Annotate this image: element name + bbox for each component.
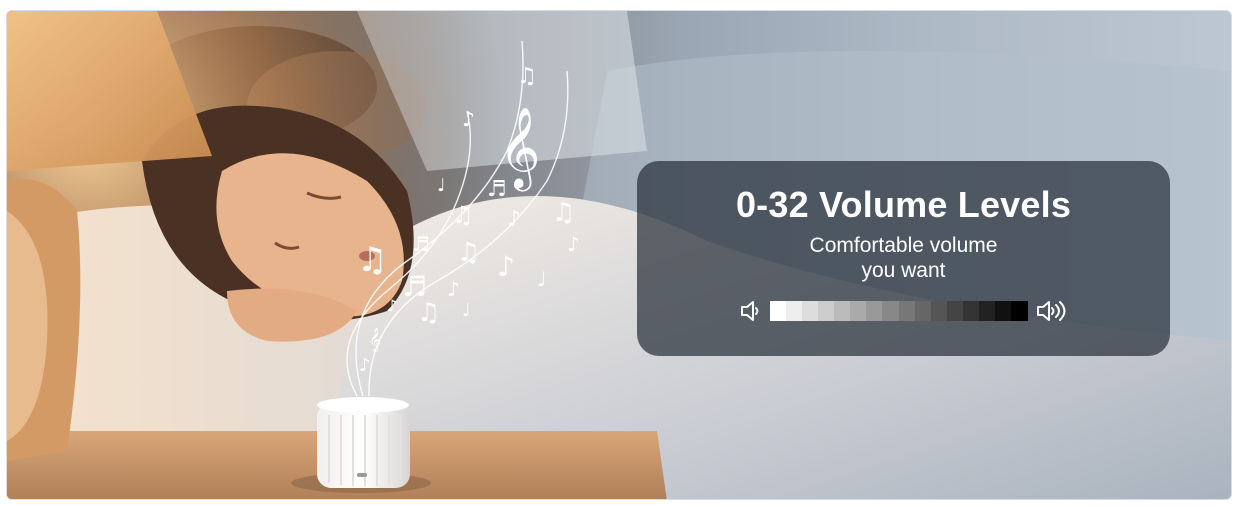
svg-text:♪: ♪	[359, 355, 371, 376]
svg-text:♪: ♪	[567, 232, 580, 256]
volume-level-segment	[866, 301, 883, 321]
svg-text:♩: ♩	[462, 300, 471, 321]
svg-text:♫: ♫	[452, 201, 474, 229]
svg-text:♫: ♫	[457, 238, 480, 268]
svg-text:♩: ♩	[537, 267, 546, 291]
svg-text:♬: ♬	[487, 177, 507, 202]
svg-text:♪: ♪	[387, 296, 397, 315]
volume-meter	[740, 299, 1068, 323]
volume-high-icon	[1036, 299, 1068, 323]
volume-levels-subtitle: Comfortable volume you want	[810, 233, 998, 283]
volume-level-segment	[785, 301, 802, 321]
volume-low-icon	[740, 299, 762, 323]
svg-text:♫: ♫	[357, 240, 387, 280]
volume-level-bar	[769, 301, 1028, 321]
svg-text:♫: ♫	[517, 64, 537, 89]
volume-levels-headline: 0-32 Volume Levels	[735, 184, 1072, 225]
volume-level-segment	[801, 301, 818, 321]
svg-text:♬: ♬	[412, 232, 430, 256]
volume-level-segment	[817, 301, 834, 321]
volume-level-segment	[1011, 301, 1028, 321]
volume-level-segment	[882, 301, 899, 321]
volume-level-segment	[769, 301, 786, 321]
svg-text:♪: ♪	[507, 207, 521, 232]
volume-level-segment	[979, 301, 996, 321]
svg-text:♪: ♪	[462, 107, 475, 131]
volume-level-segment	[850, 301, 867, 321]
volume-level-segment	[914, 301, 931, 321]
svg-text:♫: ♫	[417, 298, 440, 328]
svg-text:𝄞: 𝄞	[369, 327, 381, 352]
volume-levels-card: 0-32 Volume Levels Comfortable volume yo…	[637, 161, 1170, 356]
svg-text:♪: ♪	[447, 277, 460, 301]
volume-level-segment	[898, 301, 915, 321]
volume-level-segment	[995, 301, 1012, 321]
volume-level-segment	[946, 301, 963, 321]
subtitle-line-1: Comfortable volume	[809, 234, 998, 257]
svg-text:♫: ♫	[552, 198, 575, 228]
subtitle-line-2: you want	[861, 259, 946, 282]
svg-text:♩: ♩	[437, 175, 446, 196]
svg-text:♪: ♪	[497, 250, 515, 283]
volume-level-segment	[930, 301, 947, 321]
hero-banner: 𝄞 ♫ ♪ ♬ ♩ ♫ ♪ ♫ ♪ ♬ ♫ ♪ ♩ ♫ ♬ ♪ ♫ ♩ ♪ 𝄞 …	[6, 10, 1232, 500]
volume-level-segment	[834, 301, 851, 321]
volume-level-segment	[963, 301, 980, 321]
